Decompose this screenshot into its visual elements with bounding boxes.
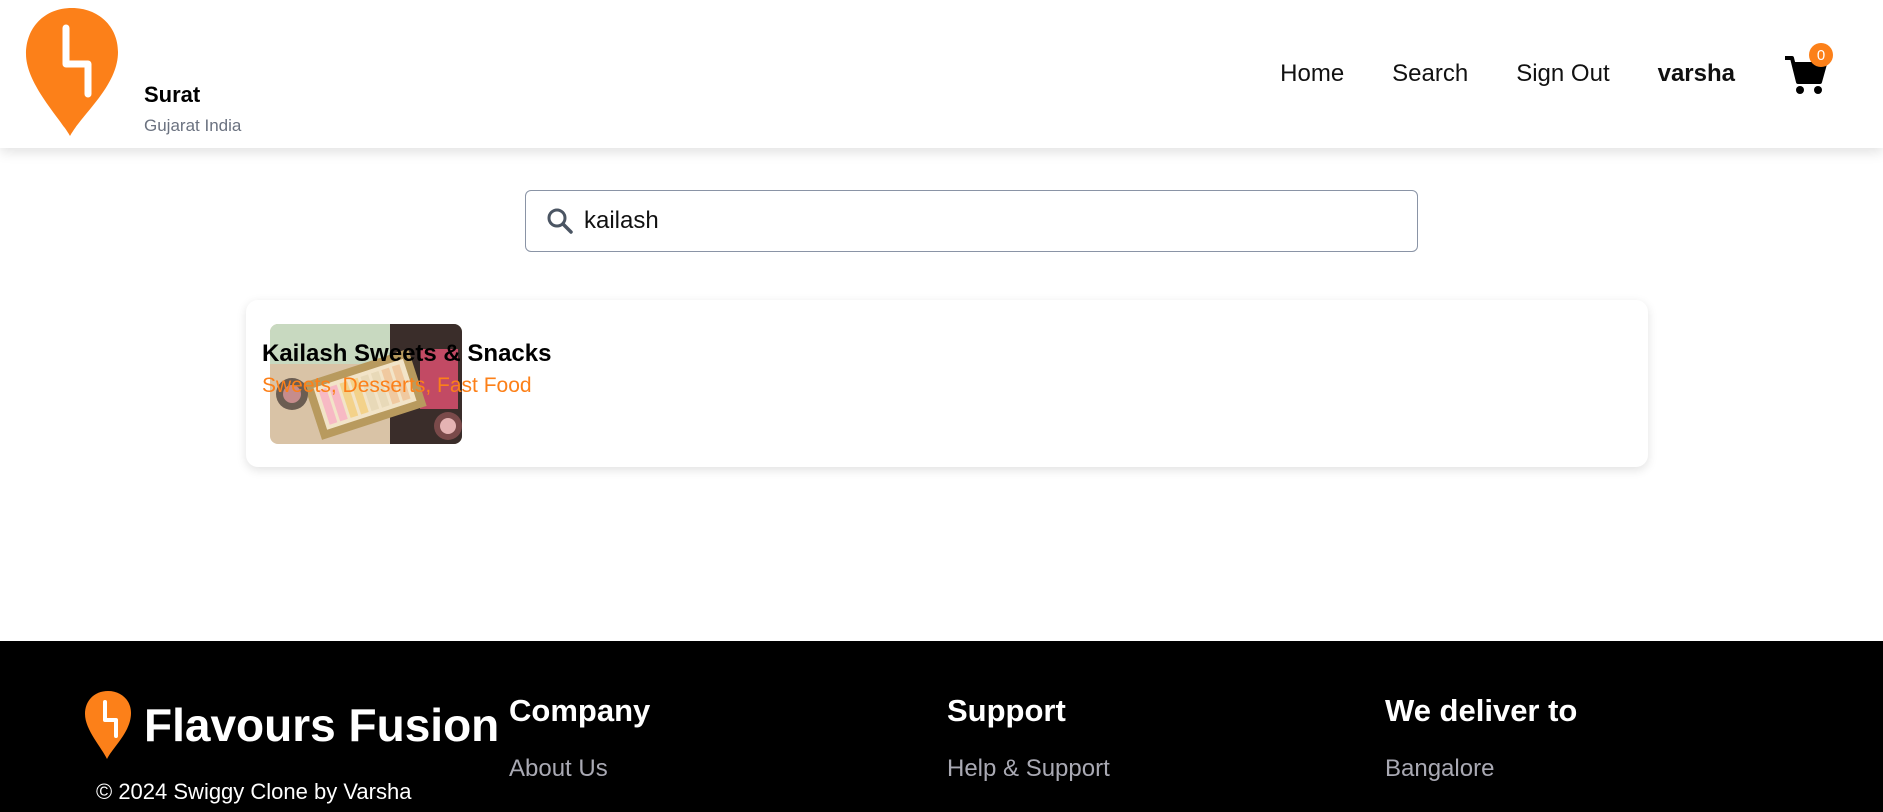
swiggy-logo-icon <box>85 691 131 759</box>
footer-column-deliver: We deliver to Bangalore <box>1385 693 1577 783</box>
user-name[interactable]: varsha <box>1658 60 1735 88</box>
nav-home-link[interactable]: Home <box>1280 60 1344 88</box>
footer-column-title: Support <box>947 693 1066 728</box>
restaurant-name: Kailash Sweets & Snacks <box>262 340 552 367</box>
swiggy-logo-icon[interactable] <box>24 6 120 138</box>
search-input[interactable] <box>584 207 1364 235</box>
site-header: Surat Gujarat India Home Search Sign Out… <box>0 0 1883 148</box>
nav-search-link[interactable]: Search <box>1392 60 1468 88</box>
location[interactable]: Surat Gujarat India <box>144 82 241 136</box>
main-nav: Home Search Sign Out varsha 0 <box>1232 0 1883 148</box>
nav-sign-out-link[interactable]: Sign Out <box>1516 60 1609 88</box>
site-footer: Flavours Fusion © 2024 Swiggy Clone by V… <box>0 641 1883 812</box>
footer-copyright: © 2024 Swiggy Clone by Varsha <box>96 779 412 804</box>
footer-link-about-us[interactable]: About Us <box>509 755 650 783</box>
search-icon <box>547 208 573 234</box>
footer-brand-name: Flavours Fusion <box>144 699 500 751</box>
footer-column-title: We deliver to <box>1385 693 1578 728</box>
location-city: Surat <box>144 82 201 107</box>
cart-button[interactable]: 0 <box>1783 43 1833 96</box>
search-bar[interactable] <box>525 190 1418 252</box>
cart-count-badge: 0 <box>1809 43 1833 67</box>
footer-brand[interactable]: Flavours Fusion <box>84 690 499 760</box>
location-region: Gujarat India <box>144 116 242 135</box>
footer-column-support: Support Help & Support <box>947 693 1110 783</box>
footer-column-company: Company About Us <box>509 693 650 783</box>
footer-column-title: Company <box>509 693 651 728</box>
footer-link-help-support[interactable]: Help & Support <box>947 755 1110 783</box>
restaurant-cuisines: Sweets, Desserts, Fast Food <box>262 374 532 397</box>
footer-link-bangalore[interactable]: Bangalore <box>1385 755 1577 783</box>
